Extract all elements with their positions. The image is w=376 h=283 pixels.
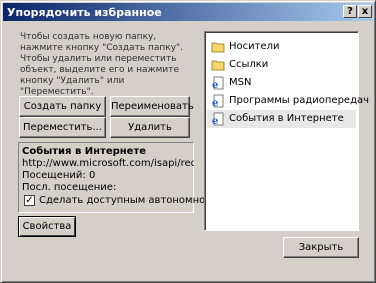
list-item[interactable]: Носители <box>207 38 356 56</box>
list-item-label: События в Интернете <box>229 113 344 124</box>
favorites-list[interactable]: Носители Ссылки e MSN e Программы радиоп… <box>204 31 369 231</box>
delete-button[interactable]: Удалить <box>110 117 190 138</box>
rename-button[interactable]: Переименовать <box>110 96 194 117</box>
list-item-label: Носители <box>229 41 280 52</box>
offline-checkbox-label[interactable]: Сделать доступным автономно <box>39 195 205 206</box>
close-button[interactable]: Закрыть <box>283 237 359 258</box>
svg-text:e: e <box>212 80 218 90</box>
list-item[interactable]: e Программы радиопередач <box>207 92 369 110</box>
help-button[interactable]: ? <box>343 5 357 18</box>
list-item[interactable]: e MSN <box>207 74 356 92</box>
item-last-visit: Посл. посещение: <box>22 182 117 193</box>
ie-page-icon: e <box>212 94 224 108</box>
item-title: События в Интернете <box>22 146 147 157</box>
item-info-panel: События в Интернете http://www.microsoft… <box>18 142 205 213</box>
title-bar: Упорядочить избранное ? x <box>3 3 373 21</box>
instructions-text: Чтобы создать новую папку, нажмите кнопк… <box>20 32 184 97</box>
folder-icon <box>211 60 225 71</box>
ie-page-icon: e <box>212 112 224 126</box>
close-window-button[interactable]: x <box>358 5 372 18</box>
offline-checkbox[interactable]: ✓ <box>24 195 35 206</box>
item-url: http://www.microsoft.com/isapi/redir.dll… <box>22 158 194 169</box>
ie-page-icon: e <box>212 76 224 90</box>
properties-button[interactable]: Свойства <box>18 216 76 237</box>
create-folder-button[interactable]: Создать папку <box>19 96 106 117</box>
item-visits: Посещений: 0 <box>22 170 96 181</box>
list-item-label: Программы радиопередач <box>229 95 370 106</box>
window-title: Упорядочить избранное <box>7 6 162 19</box>
list-item-label: MSN <box>229 77 252 88</box>
move-button[interactable]: Переместить... <box>19 117 106 138</box>
list-item[interactable]: Ссылки <box>207 56 356 74</box>
svg-text:e: e <box>212 116 218 126</box>
svg-text:e: e <box>212 98 218 108</box>
folder-icon <box>211 42 225 53</box>
list-item-label: Ссылки <box>229 59 269 70</box>
organize-favorites-dialog: Упорядочить избранное ? x Чтобы создать … <box>0 0 376 283</box>
list-item[interactable]: e События в Интернете <box>207 110 356 128</box>
